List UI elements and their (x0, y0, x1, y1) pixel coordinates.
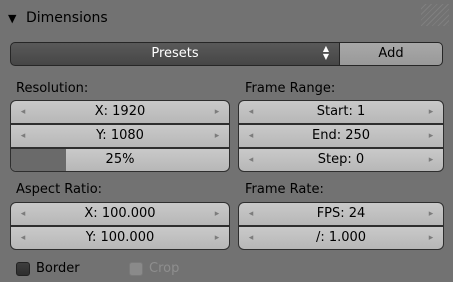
aspect-x-field[interactable]: ◂ X: 100.000 ▸ (10, 202, 230, 226)
increment-arrow-icon[interactable]: ▸ (211, 125, 223, 147)
presets-dropdown[interactable]: Presets ▲ ▼ (10, 42, 340, 66)
frame-step-value: Step: 0 (317, 152, 365, 167)
increment-arrow-icon[interactable]: ▸ (425, 125, 437, 147)
checkbox-box[interactable] (16, 261, 30, 276)
panel-header[interactable]: ▼ Dimensions (8, 7, 308, 29)
border-checkbox[interactable]: Border (16, 259, 126, 279)
increment-arrow-icon[interactable]: ▸ (425, 149, 437, 171)
resolution-label: Resolution: (16, 81, 89, 96)
frame-step-field[interactable]: ◂ Step: 0 ▸ (238, 148, 444, 172)
aspect-y-value: Y: 100.000 (85, 230, 155, 245)
fps-base-field[interactable]: ◂ /: 1.000 ▸ (238, 226, 444, 250)
decrement-arrow-icon[interactable]: ◂ (245, 101, 257, 123)
updown-arrows-icon: ▲ ▼ (322, 44, 330, 61)
panel-drag-grip-icon[interactable] (421, 4, 449, 26)
frame-end-value: End: 250 (311, 128, 371, 143)
resolution-percent-slider[interactable]: 25% (10, 148, 230, 172)
decrement-arrow-icon[interactable]: ◂ (245, 227, 257, 249)
decrement-arrow-icon[interactable]: ◂ (17, 203, 29, 225)
decrement-arrow-icon[interactable]: ◂ (245, 203, 257, 225)
frame-start-field[interactable]: ◂ Start: 1 ▸ (238, 100, 444, 124)
increment-arrow-icon[interactable]: ▸ (211, 203, 223, 225)
decrement-arrow-icon[interactable]: ◂ (245, 149, 257, 171)
frame-range-label: Frame Range: (245, 81, 336, 96)
resolution-x-field[interactable]: ◂ X: 1920 ▸ (10, 100, 230, 124)
add-preset-button[interactable]: Add (339, 42, 443, 66)
frame-end-field[interactable]: ◂ End: 250 ▸ (238, 124, 444, 148)
frame-rate-label: Frame Rate: (245, 182, 324, 197)
resolution-y-field[interactable]: ◂ Y: 1080 ▸ (10, 124, 230, 148)
fps-field[interactable]: ◂ FPS: 24 ▸ (238, 202, 444, 226)
checkbox-box[interactable] (129, 261, 143, 276)
panel-title: Dimensions (26, 10, 108, 26)
fps-value: FPS: 24 (316, 206, 366, 221)
resolution-percent-value: 25% (105, 152, 135, 167)
frame-start-value: Start: 1 (316, 104, 366, 119)
decrement-arrow-icon[interactable]: ◂ (17, 125, 29, 147)
aspect-ratio-label: Aspect Ratio: (16, 182, 103, 197)
aspect-y-field[interactable]: ◂ Y: 100.000 ▸ (10, 226, 230, 250)
resolution-y-value: Y: 1080 (96, 128, 144, 143)
increment-arrow-icon[interactable]: ▸ (425, 101, 437, 123)
decrement-arrow-icon[interactable]: ◂ (17, 227, 29, 249)
collapse-triangle-icon[interactable]: ▼ (8, 8, 22, 30)
border-checkbox-label: Border (36, 261, 80, 276)
fps-base-value: /: 1.000 (315, 230, 367, 245)
slider-fill (11, 149, 66, 171)
presets-label: Presets (151, 46, 199, 61)
crop-checkbox-label: Crop (149, 261, 180, 276)
decrement-arrow-icon[interactable]: ◂ (17, 101, 29, 123)
decrement-arrow-icon[interactable]: ◂ (245, 125, 257, 147)
crop-checkbox[interactable]: Crop (129, 259, 229, 279)
increment-arrow-icon[interactable]: ▸ (211, 101, 223, 123)
increment-arrow-icon[interactable]: ▸ (211, 227, 223, 249)
aspect-x-value: X: 100.000 (84, 206, 156, 221)
increment-arrow-icon[interactable]: ▸ (425, 227, 437, 249)
resolution-x-value: X: 1920 (94, 104, 146, 119)
increment-arrow-icon[interactable]: ▸ (425, 203, 437, 225)
